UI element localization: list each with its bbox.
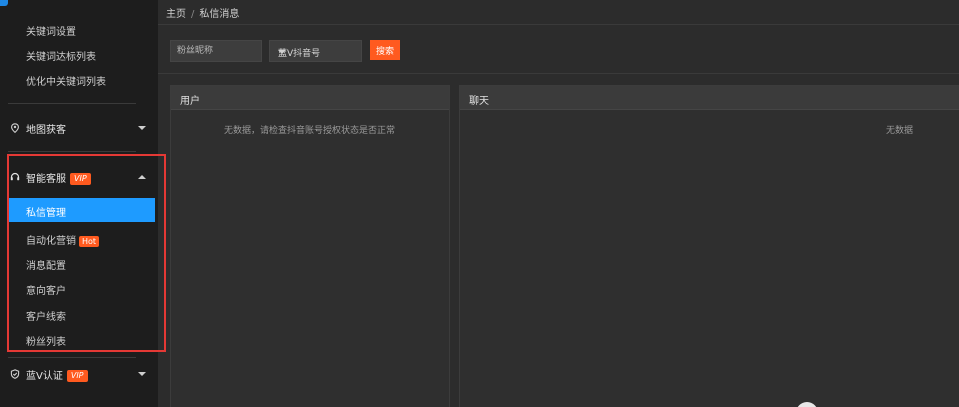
chevron-up-icon xyxy=(138,175,146,179)
shield-check-icon xyxy=(10,369,20,379)
sidebar-item-keyword-reached-list[interactable]: 关键词达标列表 xyxy=(26,48,96,63)
sidebar-divider xyxy=(8,103,136,104)
users-panel-title: 用户 xyxy=(180,96,200,107)
sidebar-item-intent-customers[interactable]: 意向客户 xyxy=(26,282,66,297)
headset-icon xyxy=(10,172,20,181)
breadcrumb-home[interactable]: 主页 xyxy=(166,9,186,20)
sidebar-item-label: 自动化营销 xyxy=(26,236,76,247)
sidebar-item-label: 私信管理 xyxy=(26,208,66,219)
sidebar-group-label: 智能客服 VIP xyxy=(26,170,91,185)
fan-nickname-input[interactable] xyxy=(170,40,262,62)
users-empty-text: 无数据，请检查抖音账号授权状态是否正常 xyxy=(224,126,396,136)
sidebar-item-keyword-settings[interactable]: 关键词设置 xyxy=(26,23,76,38)
sidebar-item-customer-leads[interactable]: 客户线索 xyxy=(26,308,66,323)
map-pin-icon xyxy=(11,123,19,133)
sidebar-group-map-acquisition[interactable]: 地图获客 xyxy=(0,117,158,139)
breadcrumb-separator: / xyxy=(191,9,195,20)
sidebar-group-label: 蓝V认证 VIP xyxy=(26,367,88,382)
users-panel: 用户 无数据，请检查抖音账号授权状态是否正常 xyxy=(170,85,450,407)
sidebar-group-blue-v[interactable]: 蓝V认证 VIP xyxy=(0,363,158,385)
logo-fragment xyxy=(0,0,8,6)
blue-v-label: 蓝V认证 xyxy=(26,370,63,382)
sidebar-divider xyxy=(8,357,136,358)
chevron-down-icon xyxy=(278,50,286,54)
filter-divider xyxy=(158,73,959,74)
sidebar-group-smart-service[interactable]: 智能客服 VIP xyxy=(0,166,158,188)
vip-badge: VIP xyxy=(70,172,91,185)
main-content: 主页/私信消息 蓝V抖音号 搜索 用户 无数据，请检查抖音账号授权状态是否正常 … xyxy=(158,0,959,407)
chat-panel: 聊天 无数据 xyxy=(459,85,959,407)
app-window: 关键词设置 关键词达标列表 优化中关键词列表 地图获客 智能客服 VIP 私信管… xyxy=(0,0,959,407)
account-select[interactable]: 蓝V抖音号 xyxy=(269,40,362,62)
breadcrumb: 主页 / 私信消息 xyxy=(166,5,239,20)
chevron-down-icon xyxy=(138,126,146,130)
search-button[interactable]: 搜索 xyxy=(370,40,400,60)
sidebar: 关键词设置 关键词达标列表 优化中关键词列表 地图获客 智能客服 VIP 私信管… xyxy=(0,0,158,407)
chat-empty-text: 无数据 xyxy=(886,126,914,136)
header-divider xyxy=(158,24,959,25)
sidebar-divider xyxy=(8,151,136,152)
breadcrumb-current: 私信消息 xyxy=(199,9,240,20)
sidebar-item-auto-marketing[interactable]: 自动化营销 Hot xyxy=(26,232,100,247)
smart-service-label: 智能客服 xyxy=(26,173,66,185)
sidebar-item-fans-list[interactable]: 粉丝列表 xyxy=(26,333,66,348)
users-panel-header: 用户 xyxy=(171,86,449,110)
chat-panel-header: 聊天 xyxy=(460,86,959,110)
hot-badge: Hot xyxy=(79,235,100,247)
sidebar-item-dm-management[interactable]: 私信管理 xyxy=(8,198,155,222)
sidebar-group-label: 地图获客 xyxy=(26,124,66,136)
vip-badge: VIP xyxy=(66,369,88,382)
chevron-down-icon xyxy=(138,372,146,376)
chat-panel-title: 聊天 xyxy=(469,96,489,107)
sidebar-item-message-config[interactable]: 消息配置 xyxy=(26,257,66,272)
sidebar-item-optimizing-keywords[interactable]: 优化中关键词列表 xyxy=(26,73,106,88)
